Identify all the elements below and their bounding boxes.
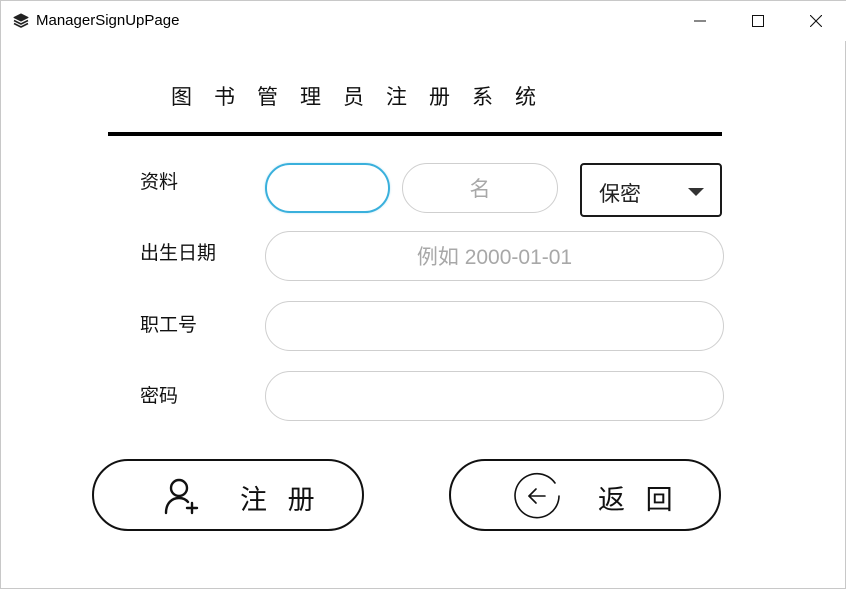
chevron-down-icon	[688, 188, 704, 196]
heading-divider	[108, 132, 722, 136]
window-title: ManagerSignUpPage	[36, 12, 180, 29]
profile-label: 资料	[140, 171, 179, 193]
close-button[interactable]	[787, 1, 845, 41]
given-name-input[interactable]: 名	[402, 163, 558, 213]
page-title: 图书管理员注册系统	[171, 85, 558, 109]
given-name-placeholder: 名	[469, 178, 491, 201]
add-user-icon	[162, 475, 202, 519]
register-button[interactable]: 注 册	[92, 459, 364, 531]
signup-window: ManagerSignUpPage 图书管理员注册系统 资料 名 保密 出生日期	[0, 0, 846, 589]
password-label: 密码	[140, 385, 179, 407]
maximize-icon	[752, 15, 764, 27]
gender-selected-value: 保密	[599, 182, 641, 206]
back-arrow-circle-icon	[511, 470, 563, 526]
back-label: 返 回	[598, 485, 679, 516]
stack-icon	[12, 12, 30, 30]
password-input[interactable]	[265, 371, 724, 421]
maximize-button[interactable]	[729, 1, 787, 41]
birthdate-label: 出生日期	[140, 242, 217, 264]
birthdate-placeholder: 例如 2000-01-01	[416, 246, 573, 269]
birthdate-input[interactable]: 例如 2000-01-01	[265, 231, 724, 281]
gender-select[interactable]: 保密	[580, 163, 722, 217]
employee-id-input[interactable]	[265, 301, 724, 351]
back-button[interactable]: 返 回	[449, 459, 721, 531]
title-bar[interactable]: ManagerSignUpPage	[1, 1, 846, 41]
minimize-button[interactable]	[671, 1, 729, 41]
register-label: 注 册	[240, 485, 321, 516]
minimize-icon	[694, 15, 706, 27]
close-icon	[810, 15, 822, 27]
surname-input[interactable]	[265, 163, 390, 213]
employee-id-label: 职工号	[140, 314, 198, 336]
